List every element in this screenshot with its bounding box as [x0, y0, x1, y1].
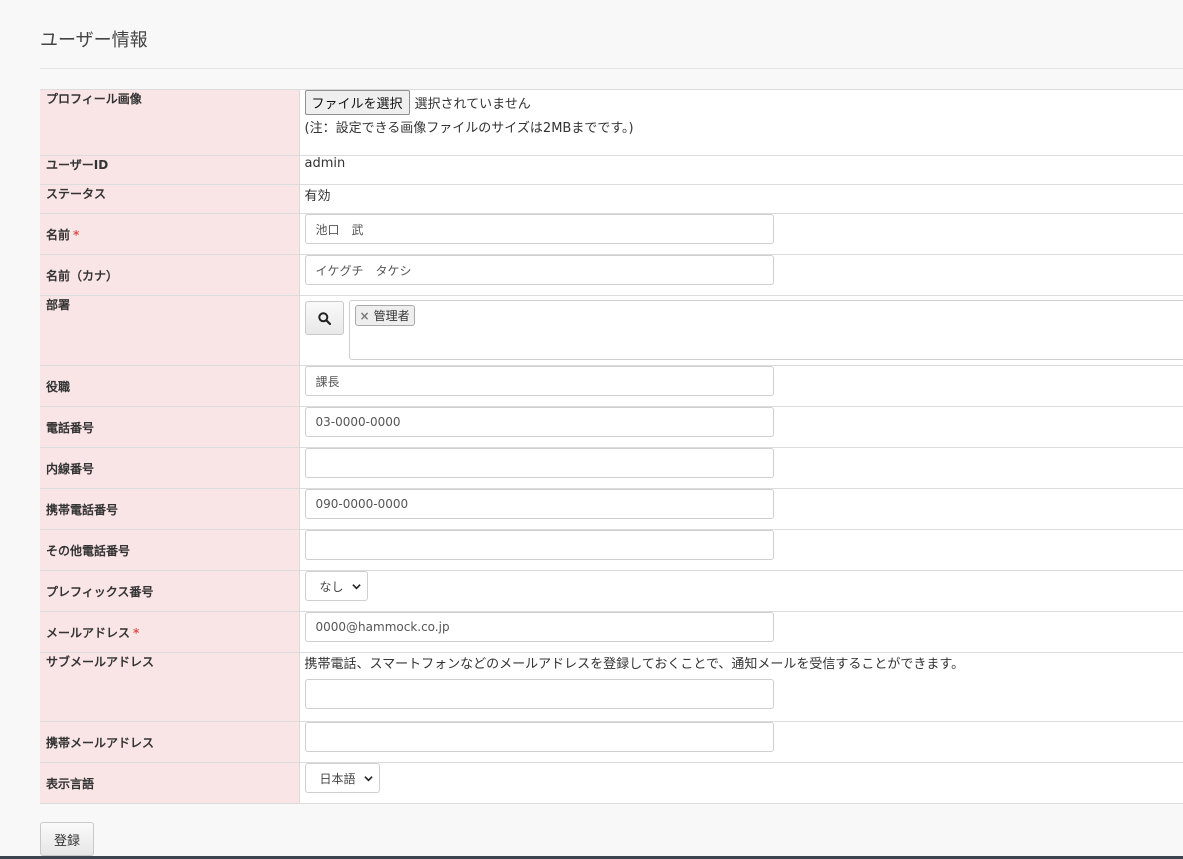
language-selected: 日本語	[319, 771, 356, 786]
sub-email-help: 携帯電話、スマートフォンなどのメールアドレスを登録しておくことで、通知メールを受…	[304, 657, 965, 672]
user-info-page: ユーザー情報 プロフィール画像 ファイルを選択 選択されていません (注：設定で…	[0, 0, 1183, 859]
label-extension: 内線番号	[40, 447, 300, 489]
row-department: 部署 × 管理者	[40, 295, 1183, 366]
label-name: 名前 *	[40, 213, 300, 255]
department-tag-box[interactable]: × 管理者	[348, 300, 1183, 360]
name-kana-input[interactable]	[304, 255, 774, 285]
label-other-phone: その他電話番号	[40, 529, 300, 571]
label-language: 表示言語	[40, 762, 300, 804]
label-mobile: 携帯電話番号	[40, 488, 300, 530]
row-language: 表示言語 日本語	[40, 762, 1183, 804]
tag-label: 管理者	[373, 309, 410, 323]
choose-file-button[interactable]: ファイルを選択	[304, 90, 410, 115]
row-prefix: プレフィックス番号 なし	[40, 570, 1183, 612]
row-mobile-email: 携帯メールアドレス	[40, 721, 1183, 763]
row-email: メールアドレス *	[40, 611, 1183, 653]
row-user-id: ユーザーID admin	[40, 155, 1183, 185]
phone-input[interactable]	[304, 407, 774, 437]
row-status: ステータス 有効	[40, 184, 1183, 214]
page-title: ユーザー情報	[40, 30, 148, 51]
prefix-selected: なし	[319, 579, 344, 594]
label-status: ステータス	[40, 184, 300, 214]
label-phone: 電話番号	[40, 406, 300, 448]
label-profile-image: プロフィール画像	[40, 89, 300, 156]
row-extension: 内線番号	[40, 447, 1183, 489]
prefix-select[interactable]: なし	[304, 571, 368, 601]
row-mobile: 携帯電話番号	[40, 488, 1183, 530]
label-name-kana: 名前（カナ）	[40, 254, 300, 296]
language-select[interactable]: 日本語	[304, 763, 380, 793]
row-phone: 電話番号	[40, 406, 1183, 448]
title-divider	[40, 68, 1183, 69]
file-status: 選択されていません	[414, 97, 531, 112]
extension-input[interactable]	[304, 448, 774, 478]
required-mark: *	[73, 228, 80, 242]
label-position: 役職	[40, 365, 300, 407]
register-button[interactable]: 登録	[40, 822, 94, 856]
row-sub-email: サブメールアドレス 携帯電話、スマートフォンなどのメールアドレスを登録しておくこ…	[40, 652, 1183, 722]
sub-email-input[interactable]	[304, 679, 774, 709]
label-email: メールアドレス *	[40, 611, 300, 653]
label-prefix: プレフィックス番号	[40, 570, 300, 612]
label-sub-email: サブメールアドレス	[40, 652, 300, 722]
email-input[interactable]	[304, 612, 774, 642]
user-info-form: プロフィール画像 ファイルを選択 選択されていません (注：設定できる画像ファイ…	[40, 89, 1183, 804]
row-name-kana: 名前（カナ）	[40, 254, 1183, 296]
file-size-note: (注：設定できる画像ファイルのサイズは2MBまでです。)	[304, 121, 634, 136]
label-user-id: ユーザーID	[40, 155, 300, 185]
name-input[interactable]	[304, 214, 774, 244]
mobile-email-input[interactable]	[304, 722, 774, 752]
row-profile-image: プロフィール画像 ファイルを選択 選択されていません (注：設定できる画像ファイ…	[40, 89, 1183, 156]
user-id-value: admin	[299, 155, 1183, 185]
mobile-input[interactable]	[304, 489, 774, 519]
label-department: 部署	[40, 295, 300, 366]
other-phone-input[interactable]	[304, 530, 774, 560]
label-mobile-email: 携帯メールアドレス	[40, 721, 300, 763]
required-mark: *	[133, 626, 140, 640]
status-value: 有効	[299, 184, 1183, 214]
department-search-button[interactable]	[304, 301, 344, 335]
row-name: 名前 *	[40, 213, 1183, 255]
position-input[interactable]	[304, 366, 774, 396]
row-other-phone: その他電話番号	[40, 529, 1183, 571]
tag-remove-icon[interactable]: ×	[360, 309, 370, 323]
chevron-down-icon	[363, 775, 373, 781]
row-position: 役職	[40, 365, 1183, 407]
chevron-down-icon	[351, 583, 361, 589]
department-tag: × 管理者	[354, 305, 415, 326]
search-icon	[317, 311, 331, 325]
